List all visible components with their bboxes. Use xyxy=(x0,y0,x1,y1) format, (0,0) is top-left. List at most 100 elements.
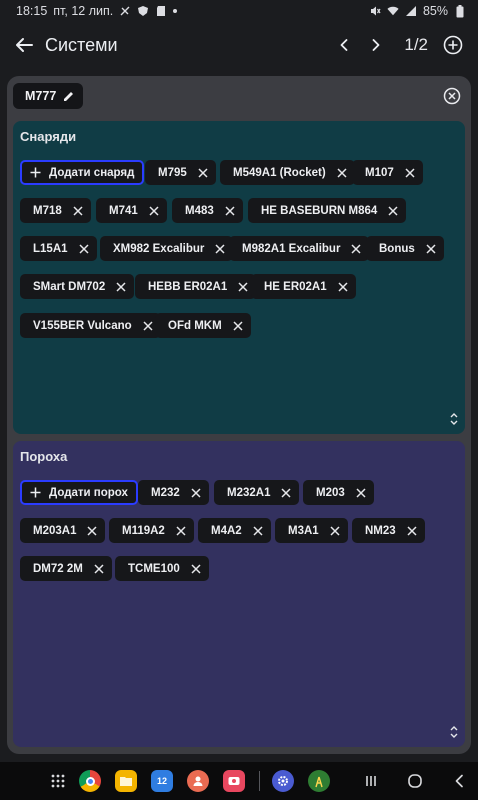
remove-shells-icon[interactable] xyxy=(424,242,438,256)
powders-chip-label: NM23 xyxy=(365,524,396,537)
remove-powders-icon[interactable] xyxy=(92,562,106,576)
powders-chip-label: M119A2 xyxy=(122,524,165,537)
remove-shells-icon[interactable] xyxy=(114,280,128,294)
add-circle-icon xyxy=(443,35,463,55)
home-button[interactable] xyxy=(404,770,426,792)
close-system-button[interactable] xyxy=(442,86,462,106)
remove-shells-icon[interactable] xyxy=(349,242,363,256)
remove-shells-icon[interactable] xyxy=(403,166,417,180)
calendar-icon[interactable]: 12 xyxy=(151,770,173,792)
powders-chip: M4A2 xyxy=(198,518,271,543)
sd-card-icon xyxy=(155,5,167,17)
shells-chip: Bonus xyxy=(366,236,444,261)
prev-page-button[interactable] xyxy=(328,29,360,61)
shells-add-button[interactable]: Додати снаряд xyxy=(20,160,145,185)
chevron-left-icon xyxy=(455,774,463,788)
shells-chip: M741 xyxy=(96,198,167,223)
satellite-icon xyxy=(119,5,131,17)
shells-chip: L15A1 xyxy=(20,236,97,261)
remove-shells-icon[interactable] xyxy=(223,204,237,218)
shells-chip: V155BER Vulcano xyxy=(20,313,161,338)
shells-sort-handle[interactable] xyxy=(448,410,460,428)
shells-chip-label: M741 xyxy=(109,204,138,217)
remove-shells-icon[interactable] xyxy=(141,319,155,333)
shells-chip-label: L15A1 xyxy=(33,242,68,255)
apps-grid-icon[interactable] xyxy=(47,770,69,792)
recents-button[interactable] xyxy=(360,770,382,792)
shells-chip: M549A1 (Rocket) xyxy=(220,160,355,185)
remove-shells-icon[interactable] xyxy=(77,242,91,256)
remove-powders-icon[interactable] xyxy=(189,486,203,500)
powders-sort-handle[interactable] xyxy=(448,723,460,741)
remove-powders-icon[interactable] xyxy=(279,486,293,500)
remove-shells-icon[interactable] xyxy=(335,166,349,180)
powders-title: Пороха xyxy=(20,449,68,464)
powders-chip-label: M3A1 xyxy=(288,524,319,537)
shells-chip: M982A1 Excalibur xyxy=(229,236,370,261)
remove-powders-icon[interactable] xyxy=(405,524,419,538)
remove-shells-icon[interactable] xyxy=(231,319,245,333)
shells-chip: M483 xyxy=(172,198,243,223)
powders-chip-label: M4A2 xyxy=(211,524,242,537)
signal-app-icon[interactable] xyxy=(308,770,330,792)
close-circle-icon xyxy=(443,87,461,105)
powders-chip: M232A1 xyxy=(214,480,300,505)
remove-shells-icon[interactable] xyxy=(386,204,400,218)
chevron-right-icon xyxy=(372,39,380,51)
shells-add-label: Додати снаряд xyxy=(49,166,135,179)
powders-add-button[interactable]: Додати порох xyxy=(20,480,138,505)
remove-powders-icon[interactable] xyxy=(85,524,99,538)
shells-chip-label: HE ER02A1 xyxy=(264,280,327,293)
remove-powders-icon[interactable] xyxy=(251,524,265,538)
chrome-icon[interactable] xyxy=(79,770,101,792)
shells-chip: HEBB ER02A1 xyxy=(135,274,257,299)
remove-powders-icon[interactable] xyxy=(189,562,203,576)
shells-chip-label: Bonus xyxy=(379,242,415,255)
status-bar: 18:15 пт, 12 лип. 85% xyxy=(0,0,478,22)
system-name: M777 xyxy=(25,89,57,103)
remove-shells-icon[interactable] xyxy=(336,280,350,294)
shells-chip: OFd MKM xyxy=(155,313,251,338)
shells-chip-label: SMart DM702 xyxy=(33,280,106,293)
system-name-chip[interactable]: M777 xyxy=(13,83,84,109)
remove-shells-icon[interactable] xyxy=(236,280,250,294)
screen-recorder-icon[interactable] xyxy=(223,770,245,792)
powders-chip-label: M203 xyxy=(316,486,345,499)
powders-chip: M232 xyxy=(138,480,209,505)
powders-chip: M203A1 xyxy=(20,518,106,543)
unfold-icon xyxy=(450,413,458,425)
shells-chip-label: M549A1 (Rocket) xyxy=(233,166,326,179)
powders-chip: NM23 xyxy=(352,518,425,543)
shells-chip: M718 xyxy=(20,198,91,223)
shield-icon xyxy=(137,5,149,17)
home-icon xyxy=(408,774,422,788)
settings-icon[interactable] xyxy=(272,770,294,792)
edit-pencil-icon[interactable] xyxy=(62,90,75,103)
back-button[interactable] xyxy=(12,33,36,57)
remove-powders-icon[interactable] xyxy=(328,524,342,538)
powders-chip-label: M232 xyxy=(151,486,180,499)
remove-powders-icon[interactable] xyxy=(174,524,188,538)
remove-shells-icon[interactable] xyxy=(196,166,210,180)
app-bar: Системи 1/2 xyxy=(0,22,478,68)
page-indicator: 1/2 xyxy=(404,35,428,54)
remove-shells-icon[interactable] xyxy=(71,204,85,218)
battery-percent: 85% xyxy=(422,4,448,18)
shells-chip-label: HEBB ER02A1 xyxy=(148,280,228,293)
shells-chip-label: M982A1 Excalibur xyxy=(242,242,341,255)
remove-powders-icon[interactable] xyxy=(354,486,368,500)
contacts-icon[interactable] xyxy=(187,770,209,792)
files-icon[interactable] xyxy=(115,770,137,792)
add-system-button[interactable] xyxy=(438,30,468,60)
shells-chip-label: HE BASEBURN M864 xyxy=(261,204,378,217)
shells-chip: SMart DM702 xyxy=(20,274,135,299)
shells-chip: M795 xyxy=(145,160,216,185)
next-page-button[interactable] xyxy=(360,29,392,61)
remove-shells-icon[interactable] xyxy=(147,204,161,218)
system-back-button[interactable] xyxy=(448,770,470,792)
powders-chip: TCME100 xyxy=(115,556,209,581)
mute-icon xyxy=(369,5,381,17)
chevron-left-icon xyxy=(340,39,348,51)
remove-shells-icon[interactable] xyxy=(213,242,227,256)
status-time: 18:15 xyxy=(16,4,48,18)
